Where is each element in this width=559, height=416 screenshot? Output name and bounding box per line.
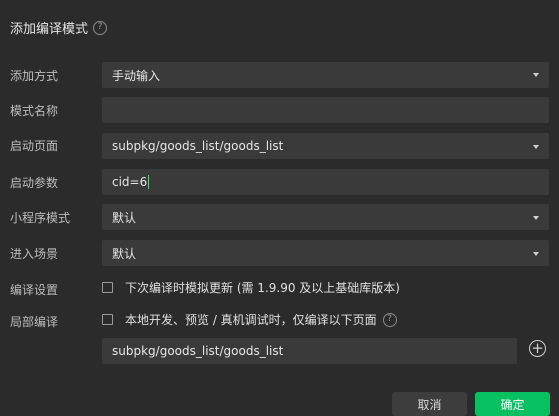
mode-name-input[interactable] [102,97,549,123]
help-icon[interactable]: ? [93,20,108,35]
partial-compile-label: 局部编译 [10,315,59,329]
confirm-button[interactable]: 确定 [475,392,550,416]
simulate-update-option[interactable]: 下次编译时模拟更新 (需 1.9.90 及以上基础库版本) [102,279,400,296]
chevron-down-icon [533,145,539,149]
miniprogram-mode-value: 默认 [112,210,137,225]
chevron-down-icon [533,73,539,77]
help-icon[interactable]: ? [382,312,397,327]
scene-select[interactable]: 默认 [102,240,549,266]
chevron-down-icon [533,216,539,220]
scene-label: 进入场景 [10,247,59,261]
start-params-label: 启动参数 [10,176,59,190]
scene-value: 默认 [112,246,137,261]
start-params-value: cid=6 [112,175,148,189]
partial-compile-page-input[interactable]: subpkg/goods_list/goods_list [102,338,517,364]
start-page-select[interactable]: subpkg/goods_list/goods_list [102,133,549,159]
partial-compile-page-value: subpkg/goods_list/goods_list [112,344,284,358]
chevron-down-icon [533,252,539,256]
dialog-title-text: 添加编译模式 [10,22,89,37]
add-method-select[interactable]: 手动输入 [102,62,549,88]
simulate-update-checkbox[interactable] [102,282,113,293]
plus-circle-icon[interactable]: + [529,340,546,357]
dialog-title: 添加编译模式 ? [10,18,108,37]
partial-compile-option[interactable]: 本地开发、预览 / 真机调试时，仅编译以下页面 ? [102,311,397,328]
partial-compile-text: 本地开发、预览 / 真机调试时，仅编译以下页面 [125,313,377,327]
text-cursor [148,175,150,189]
start-page-label: 启动页面 [10,139,59,153]
compile-settings-label: 编译设置 [10,283,59,297]
add-method-label: 添加方式 [10,69,59,83]
add-method-value: 手动输入 [112,68,161,83]
mode-name-label: 模式名称 [10,104,59,118]
start-params-input[interactable]: cid=6 [102,169,549,195]
start-page-value: subpkg/goods_list/goods_list [112,139,284,153]
miniprogram-mode-label: 小程序模式 [10,211,71,225]
partial-compile-checkbox[interactable] [102,314,113,325]
simulate-update-text: 下次编译时模拟更新 (需 1.9.90 及以上基础库版本) [125,281,400,295]
cancel-button[interactable]: 取消 [392,392,467,416]
miniprogram-mode-select[interactable]: 默认 [102,204,549,230]
